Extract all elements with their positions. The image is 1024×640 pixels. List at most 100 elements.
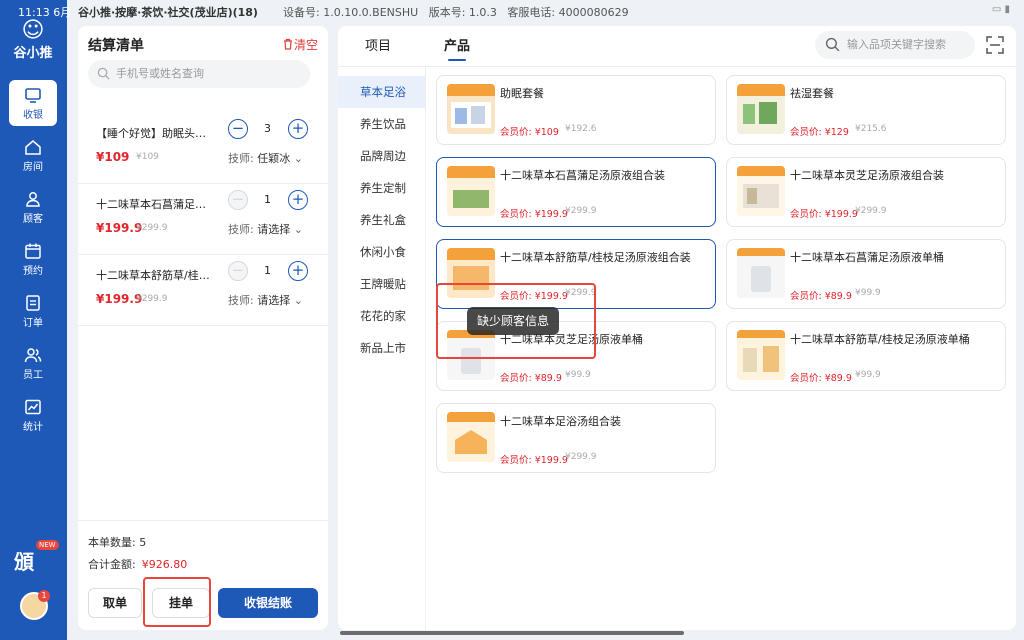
order-icon bbox=[26, 295, 40, 311]
checkout-button[interactable]: 收银结账 bbox=[218, 588, 318, 618]
product-search-input[interactable]: 输入品项关键字搜索 bbox=[815, 31, 975, 59]
decrease-qty-button[interactable]: − bbox=[228, 261, 248, 281]
product-name: 祛湿套餐 bbox=[790, 87, 834, 100]
member-price: 会员价: ¥89.9 bbox=[500, 373, 562, 384]
toast-message: 缺少顾客信息 bbox=[467, 307, 559, 335]
product-image bbox=[737, 248, 785, 298]
panel-title: 结算清单 bbox=[88, 38, 144, 54]
product-card[interactable]: 助眠套餐 会员价: ¥109 ¥192.6 bbox=[436, 75, 716, 145]
original-price: ¥215.6 bbox=[855, 124, 887, 134]
notification-badge: 1 bbox=[38, 590, 50, 602]
promo-icon[interactable]: 頒 NEW bbox=[14, 540, 59, 576]
product-card[interactable]: 十二味草本灵芝足汤原液组合装 会员价: ¥199.9 ¥299.9 bbox=[726, 157, 1006, 227]
product-name: 十二味草本石菖蒲足汤原液组合装 bbox=[500, 169, 665, 182]
nav-item-0[interactable]: 收银 bbox=[9, 80, 57, 126]
category-item[interactable]: 花花的家 bbox=[338, 300, 425, 332]
order-line-item: 十二味草本石菖蒲足… −1 + ¥199.9 ¥299.9 技师: 请选择 ⌄ bbox=[78, 183, 328, 255]
category-item[interactable]: 品牌周边 bbox=[338, 140, 425, 172]
increase-qty-button[interactable]: + bbox=[288, 119, 308, 139]
item-quantity: 1 bbox=[264, 193, 271, 206]
category-item[interactable]: 养生饮品 bbox=[338, 108, 425, 140]
original-price: ¥99.9 bbox=[855, 370, 881, 380]
category-item[interactable]: 草本足浴 bbox=[338, 76, 425, 108]
item-name: 十二味草本石菖蒲足… bbox=[96, 198, 206, 211]
product-card[interactable]: 十二味草本石菖蒲足汤原液单桶 会员价: ¥89.9 ¥99.9 bbox=[726, 239, 1006, 309]
product-name: 十二味草本石菖蒲足汤原液单桶 bbox=[790, 251, 944, 264]
item-count: 5 bbox=[139, 536, 147, 549]
item-original-price: ¥299.9 bbox=[136, 294, 168, 304]
take-order-button[interactable]: 取单 bbox=[88, 588, 142, 618]
original-price: ¥299.9 bbox=[565, 452, 597, 462]
nav-item-2[interactable]: 顾客 bbox=[9, 184, 57, 230]
product-name: 助眠套餐 bbox=[500, 87, 544, 100]
category-item[interactable]: 新品上市 bbox=[338, 332, 425, 364]
category-item[interactable]: 休闲小食 bbox=[338, 236, 425, 268]
staff-icon bbox=[24, 348, 42, 363]
nav-item-1[interactable]: 房间 bbox=[9, 132, 57, 178]
nav-item-4[interactable]: 订单 bbox=[9, 288, 57, 334]
system-icons: ▭ ▮ bbox=[991, 4, 1010, 15]
decrease-qty-button[interactable]: − bbox=[228, 119, 248, 139]
chart-icon bbox=[25, 399, 41, 415]
app-logo: ☺ 谷小推 bbox=[8, 20, 58, 64]
increase-qty-button[interactable]: + bbox=[288, 190, 308, 210]
item-price: ¥109 bbox=[96, 150, 130, 164]
trash-icon bbox=[283, 38, 292, 50]
nav-item-label: 房间 bbox=[23, 162, 43, 173]
product-image bbox=[447, 330, 495, 380]
product-image bbox=[447, 166, 495, 216]
device-info: 设备号: 1.0.10.0.BENSHU 版本号: 1.0.3 客服电话: 40… bbox=[283, 6, 629, 19]
original-price: ¥192.6 bbox=[565, 124, 597, 134]
avatar[interactable]: 1 bbox=[20, 590, 50, 620]
decrease-qty-button[interactable]: − bbox=[228, 190, 248, 210]
category-item[interactable]: 养生定制 bbox=[338, 172, 425, 204]
order-line-item: 十二味草本舒筋草/桂… −1 + ¥199.9 ¥299.9 技师: 请选择 ⌄ bbox=[78, 254, 328, 326]
product-image bbox=[737, 84, 785, 134]
product-image bbox=[447, 412, 495, 462]
item-original-price: ¥299.9 bbox=[136, 223, 168, 233]
checkout-panel: 结算清单 清空 手机号或姓名查询 【睡个好觉】助眠头… − 3 + ¥109 ¥109 技师… bbox=[78, 26, 328, 630]
product-card[interactable]: 十二味草本足浴汤组合装 会员价: ¥199.9 ¥299.9 bbox=[436, 403, 716, 473]
technician-select[interactable]: 技师: 请选择 ⌄ bbox=[228, 221, 318, 237]
customer-search-input[interactable]: 手机号或姓名查询 bbox=[88, 60, 310, 88]
order-line-item: 【睡个好觉】助眠头… − 3 + ¥109 ¥109 技师: 任颖冰 ⌄ bbox=[78, 112, 328, 184]
nav-item-label: 顾客 bbox=[23, 214, 43, 225]
product-card[interactable]: 十二味草本舒筋草/桂枝足汤原液单桶 会员价: ¥89.9 ¥99.9 bbox=[726, 321, 1006, 391]
item-original-price: ¥109 bbox=[136, 152, 159, 162]
chevron-down-icon: ⌄ bbox=[293, 152, 303, 165]
clock: 11:13 6月 bbox=[18, 6, 72, 19]
category-item[interactable]: 养生礼盒 bbox=[338, 204, 425, 236]
product-card[interactable]: 十二味草本石菖蒲足汤原液组合装 会员价: ¥199.9 ¥299.9 bbox=[436, 157, 716, 227]
nav-item-label: 订单 bbox=[23, 318, 43, 329]
item-name: 【睡个好觉】助眠头… bbox=[96, 127, 206, 140]
product-name: 十二味草本舒筋草/桂枝足汤原液组合装 bbox=[500, 251, 691, 264]
left-nav: ☺ 谷小推 收银房间顾客预约订单员工统计 頒 NEW 1 bbox=[0, 0, 67, 640]
tab-products[interactable]: 产品 bbox=[444, 35, 470, 61]
original-price: ¥99.9 bbox=[565, 370, 591, 380]
original-price: ¥299.9 bbox=[565, 206, 597, 216]
divider bbox=[78, 520, 328, 521]
calendar-icon bbox=[25, 243, 41, 259]
member-price: 会员价: ¥89.9 bbox=[790, 291, 852, 302]
scan-icon[interactable] bbox=[985, 35, 1005, 55]
search-icon bbox=[97, 67, 110, 80]
nav-item-6[interactable]: 统计 bbox=[9, 392, 57, 438]
technician-select[interactable]: 技师: 请选择 ⌄ bbox=[228, 292, 318, 308]
tab-items[interactable]: 项目 bbox=[365, 35, 391, 54]
nav-item-3[interactable]: 预约 bbox=[9, 236, 57, 282]
technician-select[interactable]: 技师: 任颖冰 ⌄ bbox=[228, 150, 318, 166]
hang-order-button[interactable]: 挂单 bbox=[152, 588, 210, 618]
category-list: 草本足浴 养生饮品 品牌周边 养生定制 养生礼盒 休闲小食 王牌暖贴 花花的家 新品上市 bbox=[338, 67, 426, 630]
nav-item-5[interactable]: 员工 bbox=[9, 340, 57, 386]
member-price: 会员价: ¥199.9 bbox=[790, 209, 858, 220]
increase-qty-button[interactable]: + bbox=[288, 261, 308, 281]
divider bbox=[338, 66, 1016, 67]
product-card[interactable]: 祛湿套餐 会员价: ¥129 ¥215.6 bbox=[726, 75, 1006, 145]
nav-item-label: 员工 bbox=[23, 370, 43, 381]
search-icon bbox=[825, 37, 840, 52]
clear-button[interactable]: 清空 bbox=[282, 36, 318, 53]
product-card[interactable]: 十二味草本舒筋草/桂枝足汤原液组合装 会员价: ¥199.9 ¥299.9 bbox=[436, 239, 716, 309]
store-name: 谷小推·按摩·茶饮·社交(茂业店)(18) bbox=[78, 6, 258, 19]
category-item[interactable]: 王牌暖贴 bbox=[338, 268, 425, 300]
original-price: ¥299.9 bbox=[565, 288, 597, 298]
